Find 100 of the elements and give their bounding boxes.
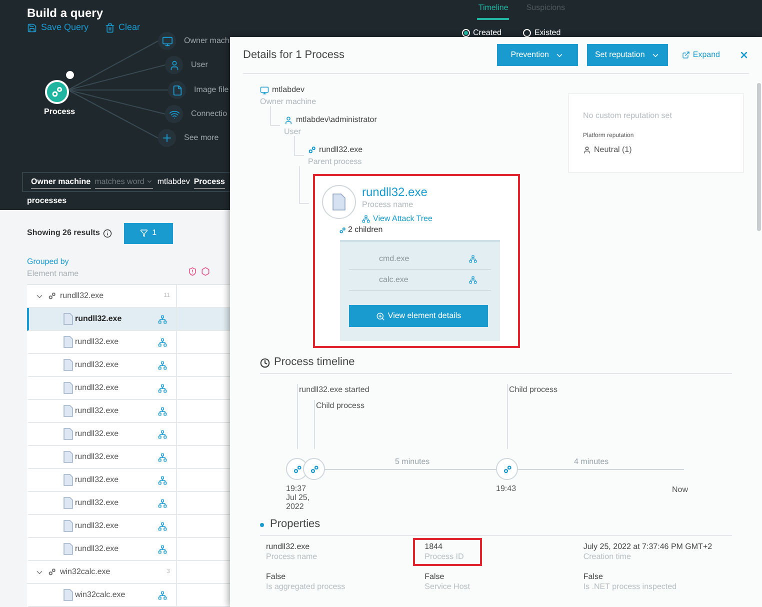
tree-connector <box>299 166 309 204</box>
section-title: Process timeline <box>274 355 355 370</box>
event-node[interactable] <box>303 458 325 480</box>
clear-button[interactable]: Clear <box>104 21 140 34</box>
timeline-end-label: Now <box>672 484 688 496</box>
caret-icon <box>146 178 154 185</box>
result-row[interactable]: rundll32.exe <box>27 469 230 492</box>
branch-option[interactable]: See more <box>158 129 219 147</box>
file-icon <box>63 543 73 555</box>
zoom-icon <box>376 312 385 320</box>
property-value: rundll32.exe <box>266 542 311 552</box>
attack-tree-icon[interactable] <box>158 476 167 484</box>
file-icon <box>63 359 73 371</box>
view-tab[interactable]: Timeline <box>477 2 510 20</box>
event-node[interactable] <box>496 458 518 480</box>
attack-tree-icon <box>469 255 477 263</box>
branch-option[interactable]: Image file <box>168 81 229 99</box>
interval-label: 5 minutes <box>395 456 430 468</box>
clock-icon <box>260 358 270 368</box>
hierarchy-value[interactable]: mtlabdev <box>260 84 560 96</box>
expand-icon <box>682 51 690 59</box>
process-icon <box>48 568 56 576</box>
result-row[interactable]: rundll32.exe <box>27 308 230 331</box>
process-icon <box>339 226 346 234</box>
filter-field[interactable]: Owner machine <box>31 176 91 188</box>
attack-tree-icon[interactable] <box>158 338 167 346</box>
branch-option[interactable]: Connectio <box>165 105 228 123</box>
result-row[interactable]: rundll32.exe <box>27 538 230 561</box>
file-icon <box>63 336 73 348</box>
user-icon <box>583 146 591 154</box>
filter-value[interactable]: mtlabdev <box>157 176 190 188</box>
node-badge <box>65 70 75 80</box>
element-label: Process name <box>362 199 414 211</box>
attack-tree-icon[interactable] <box>158 452 167 462</box>
property-value: 1844 <box>424 542 444 552</box>
process-icon <box>308 146 316 154</box>
suspicion-icon <box>201 267 210 276</box>
monitor-icon <box>260 86 269 94</box>
attack-tree-icon[interactable] <box>158 522 167 530</box>
branch-option[interactable]: User <box>165 56 208 74</box>
file-icon <box>63 451 73 463</box>
file-icon <box>63 589 73 601</box>
property-label: Service Host <box>424 582 470 592</box>
attack-tree-icon[interactable] <box>158 314 167 324</box>
close-icon[interactable] <box>739 50 749 60</box>
process-icon <box>48 292 56 300</box>
filter-icon <box>140 229 148 237</box>
user-icon <box>284 116 293 124</box>
filter-field[interactable]: Process <box>194 176 225 188</box>
group-name: win32calc.exe <box>60 566 110 578</box>
property-value: False <box>424 572 446 582</box>
property-label: Process ID <box>424 552 464 562</box>
process-node[interactable] <box>45 80 69 104</box>
attack-tree-icon[interactable] <box>158 384 167 392</box>
info-icon <box>102 228 112 238</box>
result-row[interactable]: rundll32.exe <box>27 377 230 400</box>
result-row[interactable]: rundll32.exe <box>27 400 230 423</box>
attack-tree-icon[interactable] <box>158 590 167 600</box>
attack-tree-icon[interactable] <box>158 360 167 370</box>
property-label: Creation time <box>583 552 632 562</box>
hierarchy-value[interactable]: rundll32.exe <box>308 144 560 156</box>
interval-label: 4 minutes <box>574 456 609 468</box>
attack-tree-icon[interactable] <box>158 544 167 554</box>
process-name: rundll32.exe <box>75 497 119 509</box>
result-row[interactable]: rundll32.exe <box>27 423 230 446</box>
group-field: Element name <box>27 268 79 280</box>
attack-tree-icon <box>469 276 477 284</box>
property-value: July 25, 2022 at 7:37:46 PM GMT+2 <box>583 542 712 552</box>
result-row[interactable]: rundll32.exe <box>27 331 230 354</box>
hierarchy-value[interactable]: mtlabdev\administrator <box>284 114 560 126</box>
save-query-button[interactable]: Save Query <box>27 21 89 34</box>
details-title: Details for 1 Process <box>243 48 344 63</box>
custom-reputation: No custom reputation set <box>583 110 673 122</box>
file-icon <box>63 405 73 417</box>
process-name: rundll32.exe <box>75 451 119 463</box>
result-row[interactable]: rundll32.exe <box>27 515 230 538</box>
element-name: rundll32.exe <box>362 185 428 199</box>
attack-tree-icon[interactable] <box>158 406 167 416</box>
event-label: Child process <box>316 400 364 412</box>
prevention-icon <box>188 267 197 276</box>
process-name: rundll32.exe <box>75 382 119 394</box>
attack-tree-icon[interactable] <box>158 430 167 438</box>
file-icon <box>63 382 73 394</box>
event-label: rundll32.exe started <box>299 384 370 396</box>
result-row[interactable]: win32calc.exe <box>27 584 230 607</box>
children-count: 2 children <box>339 224 518 236</box>
result-row[interactable]: rundll32.exe <box>27 492 230 515</box>
attack-tree-icon[interactable] <box>158 498 167 508</box>
result-row[interactable]: rundll32.exe <box>27 354 230 377</box>
property-label: Is .NET process inspected <box>583 582 677 592</box>
event-time: 19:37 Jul 25, 2022 <box>286 484 310 511</box>
process-name: rundll32.exe <box>75 474 119 486</box>
property-label: Process name <box>266 552 318 562</box>
event-node[interactable] <box>286 458 308 480</box>
property-value: False <box>266 572 287 582</box>
result-row[interactable]: rundll32.exe <box>27 446 230 469</box>
monitor-icon <box>162 36 172 46</box>
save-icon <box>27 22 37 33</box>
tree-connector <box>270 106 280 126</box>
process-name: rundll32.exe <box>75 359 119 371</box>
